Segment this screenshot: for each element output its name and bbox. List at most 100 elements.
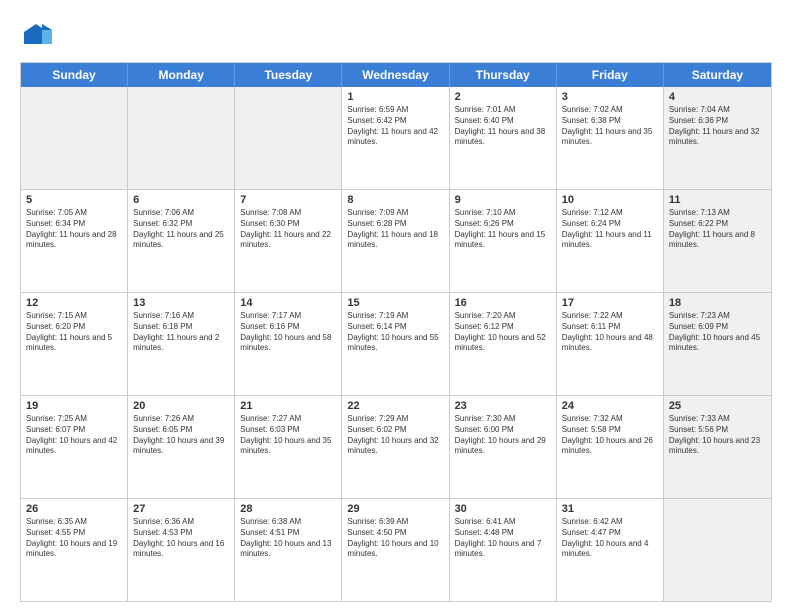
day-number: 9: [455, 194, 551, 206]
calendar-cell: 28 Sunrise: 6:38 AM Sunset: 4:51 PM Dayli…: [235, 499, 342, 601]
day-info: Sunrise: 7:29 AM Sunset: 6:02 PM Dayligh…: [347, 414, 443, 457]
day-info: Sunrise: 6:39 AM Sunset: 4:50 PM Dayligh…: [347, 517, 443, 560]
day-number: 2: [455, 91, 551, 103]
calendar-row: 26 Sunrise: 6:35 AM Sunset: 4:55 PM Dayli…: [21, 499, 771, 601]
day-info: Sunrise: 7:33 AM Sunset: 5:56 PM Dayligh…: [669, 414, 766, 457]
day-number: 19: [26, 400, 122, 412]
calendar-cell: 2 Sunrise: 7:01 AM Sunset: 6:40 PM Daylig…: [450, 87, 557, 189]
calendar-cell: 12 Sunrise: 7:15 AM Sunset: 6:20 PM Dayli…: [21, 293, 128, 395]
calendar-cell: 13Sunrise: 7:16 AM Sunset: 6:18 PM Dayli…: [128, 293, 235, 395]
day-number: 11: [669, 194, 766, 206]
calendar-row: 5Sunrise: 7:05 AM Sunset: 6:34 PM Daylig…: [21, 190, 771, 293]
header-day: Monday: [128, 63, 235, 87]
header-day: Thursday: [450, 63, 557, 87]
calendar-cell: 21 Sunrise: 7:27 AM Sunset: 6:03 PM Dayli…: [235, 396, 342, 498]
page: SundayMondayTuesdayWednesdayThursdayFrid…: [0, 0, 792, 612]
day-info: Sunrise: 7:22 AM Sunset: 6:11 PM Dayligh…: [562, 311, 658, 354]
calendar-row: 12 Sunrise: 7:15 AM Sunset: 6:20 PM Dayli…: [21, 293, 771, 396]
calendar-cell: 8 Sunrise: 7:09 AM Sunset: 6:28 PM Daylig…: [342, 190, 449, 292]
day-info: Sunrise: 7:27 AM Sunset: 6:03 PM Dayligh…: [240, 414, 336, 457]
logo-icon: [20, 20, 52, 52]
day-info: Sunrise: 7:01 AM Sunset: 6:40 PM Dayligh…: [455, 105, 551, 148]
day-info: Sunrise: 7:32 AM Sunset: 5:58 PM Dayligh…: [562, 414, 658, 457]
day-info: Sunrise: 7:20 AM Sunset: 6:12 PM Dayligh…: [455, 311, 551, 354]
day-number: 18: [669, 297, 766, 309]
day-number: 25: [669, 400, 766, 412]
day-number: 10: [562, 194, 658, 206]
day-number: 17: [562, 297, 658, 309]
calendar-cell: [21, 87, 128, 189]
day-number: 8: [347, 194, 443, 206]
day-number: 27: [133, 503, 229, 515]
day-info: Sunrise: 7:13 AM Sunset: 6:22 PM Dayligh…: [669, 208, 766, 251]
calendar-cell: 5Sunrise: 7:05 AM Sunset: 6:34 PM Daylig…: [21, 190, 128, 292]
calendar-row: 19Sunrise: 7:25 AM Sunset: 6:07 PM Dayli…: [21, 396, 771, 499]
calendar-cell: 20Sunrise: 7:26 AM Sunset: 6:05 PM Dayli…: [128, 396, 235, 498]
calendar-cell: 4Sunrise: 7:04 AM Sunset: 6:36 PM Daylig…: [664, 87, 771, 189]
header-day: Tuesday: [235, 63, 342, 87]
day-info: Sunrise: 7:09 AM Sunset: 6:28 PM Dayligh…: [347, 208, 443, 251]
day-info: Sunrise: 7:26 AM Sunset: 6:05 PM Dayligh…: [133, 414, 229, 457]
day-info: Sunrise: 7:17 AM Sunset: 6:16 PM Dayligh…: [240, 311, 336, 354]
day-number: 4: [669, 91, 766, 103]
calendar-header: SundayMondayTuesdayWednesdayThursdayFrid…: [21, 63, 771, 87]
calendar-cell: 1 Sunrise: 6:59 AM Sunset: 6:42 PM Daylig…: [342, 87, 449, 189]
day-info: Sunrise: 6:36 AM Sunset: 4:53 PM Dayligh…: [133, 517, 229, 560]
day-number: 12: [26, 297, 122, 309]
day-number: 6: [133, 194, 229, 206]
calendar-body: 1 Sunrise: 6:59 AM Sunset: 6:42 PM Daylig…: [21, 87, 771, 601]
calendar-cell: 11 Sunrise: 7:13 AM Sunset: 6:22 PM Dayli…: [664, 190, 771, 292]
day-info: Sunrise: 7:12 AM Sunset: 6:24 PM Dayligh…: [562, 208, 658, 251]
day-info: Sunrise: 6:41 AM Sunset: 4:48 PM Dayligh…: [455, 517, 551, 560]
day-info: Sunrise: 7:02 AM Sunset: 6:38 PM Dayligh…: [562, 105, 658, 148]
calendar-cell: 17 Sunrise: 7:22 AM Sunset: 6:11 PM Dayli…: [557, 293, 664, 395]
day-number: 14: [240, 297, 336, 309]
header-day: Wednesday: [342, 63, 449, 87]
calendar-cell: 25 Sunrise: 7:33 AM Sunset: 5:56 PM Dayli…: [664, 396, 771, 498]
calendar-cell: [664, 499, 771, 601]
calendar-cell: 9Sunrise: 7:10 AM Sunset: 6:26 PM Daylig…: [450, 190, 557, 292]
day-number: 16: [455, 297, 551, 309]
calendar: SundayMondayTuesdayWednesdayThursdayFrid…: [20, 62, 772, 602]
day-number: 1: [347, 91, 443, 103]
header-day: Friday: [557, 63, 664, 87]
calendar-cell: [235, 87, 342, 189]
day-info: Sunrise: 6:59 AM Sunset: 6:42 PM Dayligh…: [347, 105, 443, 148]
day-info: Sunrise: 6:38 AM Sunset: 4:51 PM Dayligh…: [240, 517, 336, 560]
day-number: 26: [26, 503, 122, 515]
day-info: Sunrise: 7:30 AM Sunset: 6:00 PM Dayligh…: [455, 414, 551, 457]
calendar-cell: 27 Sunrise: 6:36 AM Sunset: 4:53 PM Dayli…: [128, 499, 235, 601]
day-info: Sunrise: 6:35 AM Sunset: 4:55 PM Dayligh…: [26, 517, 122, 560]
calendar-cell: [128, 87, 235, 189]
day-info: Sunrise: 7:06 AM Sunset: 6:32 PM Dayligh…: [133, 208, 229, 251]
calendar-cell: 24Sunrise: 7:32 AM Sunset: 5:58 PM Dayli…: [557, 396, 664, 498]
header: [20, 16, 772, 52]
day-number: 15: [347, 297, 443, 309]
day-number: 22: [347, 400, 443, 412]
day-number: 21: [240, 400, 336, 412]
calendar-cell: 29 Sunrise: 6:39 AM Sunset: 4:50 PM Dayli…: [342, 499, 449, 601]
calendar-cell: 15Sunrise: 7:19 AM Sunset: 6:14 PM Dayli…: [342, 293, 449, 395]
calendar-cell: 22 Sunrise: 7:29 AM Sunset: 6:02 PM Dayli…: [342, 396, 449, 498]
calendar-cell: 16 Sunrise: 7:20 AM Sunset: 6:12 PM Dayli…: [450, 293, 557, 395]
day-info: Sunrise: 7:15 AM Sunset: 6:20 PM Dayligh…: [26, 311, 122, 354]
day-number: 30: [455, 503, 551, 515]
header-day: Sunday: [21, 63, 128, 87]
day-number: 3: [562, 91, 658, 103]
calendar-cell: 6 Sunrise: 7:06 AM Sunset: 6:32 PM Daylig…: [128, 190, 235, 292]
calendar-cell: 30 Sunrise: 6:41 AM Sunset: 4:48 PM Dayli…: [450, 499, 557, 601]
day-info: Sunrise: 7:23 AM Sunset: 6:09 PM Dayligh…: [669, 311, 766, 354]
calendar-cell: 26 Sunrise: 6:35 AM Sunset: 4:55 PM Dayli…: [21, 499, 128, 601]
day-number: 29: [347, 503, 443, 515]
day-info: Sunrise: 7:05 AM Sunset: 6:34 PM Dayligh…: [26, 208, 122, 251]
calendar-cell: 31Sunrise: 6:42 AM Sunset: 4:47 PM Dayli…: [557, 499, 664, 601]
calendar-cell: 7Sunrise: 7:08 AM Sunset: 6:30 PM Daylig…: [235, 190, 342, 292]
day-number: 13: [133, 297, 229, 309]
logo: [20, 20, 56, 52]
calendar-cell: 23 Sunrise: 7:30 AM Sunset: 6:00 PM Dayli…: [450, 396, 557, 498]
day-number: 23: [455, 400, 551, 412]
day-number: 31: [562, 503, 658, 515]
day-number: 28: [240, 503, 336, 515]
header-day: Saturday: [664, 63, 771, 87]
day-info: Sunrise: 7:08 AM Sunset: 6:30 PM Dayligh…: [240, 208, 336, 251]
